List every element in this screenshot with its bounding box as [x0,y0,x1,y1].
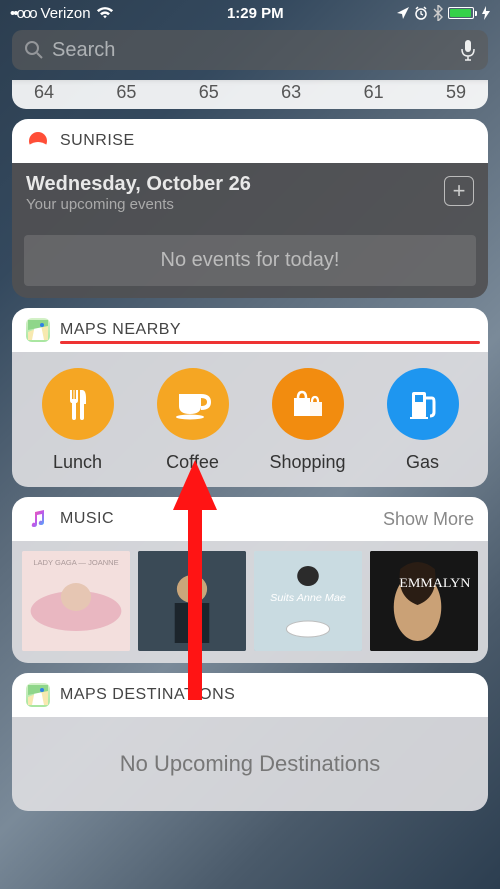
music-row: LADY GAGA — JOANNE Suits Anne Mae EMMALY… [12,541,488,663]
music-body: LADY GAGA — JOANNE Suits Anne Mae EMMALY… [12,541,488,663]
signal-dots-icon: ••ooo [10,5,36,22]
album-3[interactable]: Suits Anne Mae [254,551,362,651]
temp-value: 64 [34,82,54,103]
maps-nearby-body: Lunch Coffee Shopping Gas [12,352,488,487]
mic-icon[interactable] [460,39,476,61]
album-1[interactable]: LADY GAGA — JOANNE [22,551,130,651]
maps-destinations-widget[interactable]: MAPS DESTINATIONS No Upcoming Destinatio… [12,673,488,811]
music-widget[interactable]: MUSIC Show More LADY GAGA — JOANNE Suits… [12,497,488,663]
nearby-coffee[interactable]: Coffee [138,368,248,473]
nearby-label: Shopping [269,452,345,473]
svg-text:Suits Anne Mae: Suits Anne Mae [270,593,346,604]
nearby-lunch[interactable]: Lunch [23,368,133,473]
search-container: Search [0,26,500,74]
wifi-icon [96,6,114,20]
sunrise-title: SUNRISE [60,132,474,150]
maps-nearby-header[interactable]: MAPS NEARBY [12,308,488,352]
music-show-more[interactable]: Show More [383,509,474,530]
nearby-label: Gas [406,452,439,473]
svg-text:LADY GAGA — JOANNE: LADY GAGA — JOANNE [33,558,118,567]
maps-nearby-title: MAPS NEARBY [60,321,474,339]
charging-icon [482,6,490,20]
destinations-title: MAPS DESTINATIONS [60,686,474,704]
temp-value: 65 [199,82,219,103]
add-event-button[interactable]: + [444,176,474,206]
weather-widget-peek[interactable]: 64 65 65 63 61 59 [12,80,488,109]
bags-icon [272,368,344,440]
destinations-body: No Upcoming Destinations [12,717,488,811]
no-destinations-label: No Upcoming Destinations [120,751,380,776]
music-header[interactable]: MUSIC Show More [12,497,488,541]
sunrise-body: No events for today! [12,223,488,298]
sunrise-date-row: Wednesday, October 26 Your upcoming even… [12,163,488,223]
pump-icon [387,368,459,440]
location-icon [397,7,409,19]
svg-text:EMMALYN: EMMALYN [399,575,470,589]
sunrise-date: Wednesday, October 26 [26,173,444,196]
battery-icon [448,7,477,19]
destinations-header[interactable]: MAPS DESTINATIONS [12,673,488,717]
album-4[interactable]: EMMALYN [370,551,478,651]
carrier-label: Verizon [41,5,91,22]
sunrise-header[interactable]: SUNRISE [12,119,488,163]
nearby-gas[interactable]: Gas [368,368,478,473]
sunrise-subtitle: Your upcoming events [26,196,444,213]
nearby-label: Lunch [53,452,102,473]
search-placeholder: Search [52,39,460,62]
temp-value: 65 [116,82,136,103]
maps-app-icon [26,683,50,707]
status-right [397,5,490,21]
music-title: MUSIC [60,510,383,528]
nearby-grid: Lunch Coffee Shopping Gas [12,352,488,477]
album-2[interactable] [138,551,246,651]
sunrise-widget[interactable]: SUNRISE Wednesday, October 26 Your upcom… [12,119,488,298]
temp-value: 59 [446,82,466,103]
cup-icon [157,368,229,440]
status-time: 1:29 PM [227,5,284,22]
fork-knife-icon [42,368,114,440]
alarm-icon [414,6,428,20]
temp-value: 61 [364,82,384,103]
search-bar[interactable]: Search [12,30,488,70]
status-left: ••ooo Verizon [10,5,114,22]
nearby-shopping[interactable]: Shopping [253,368,363,473]
nearby-label: Coffee [166,452,219,473]
maps-app-icon [26,318,50,342]
music-app-icon [26,507,50,531]
sunrise-app-icon [26,129,50,153]
no-events-label: No events for today! [24,235,476,286]
status-bar: ••ooo Verizon 1:29 PM [0,0,500,26]
search-icon [24,40,44,60]
bluetooth-icon [433,5,443,21]
temp-value: 63 [281,82,301,103]
maps-nearby-widget[interactable]: MAPS NEARBY Lunch Coffee Shopping [12,308,488,487]
